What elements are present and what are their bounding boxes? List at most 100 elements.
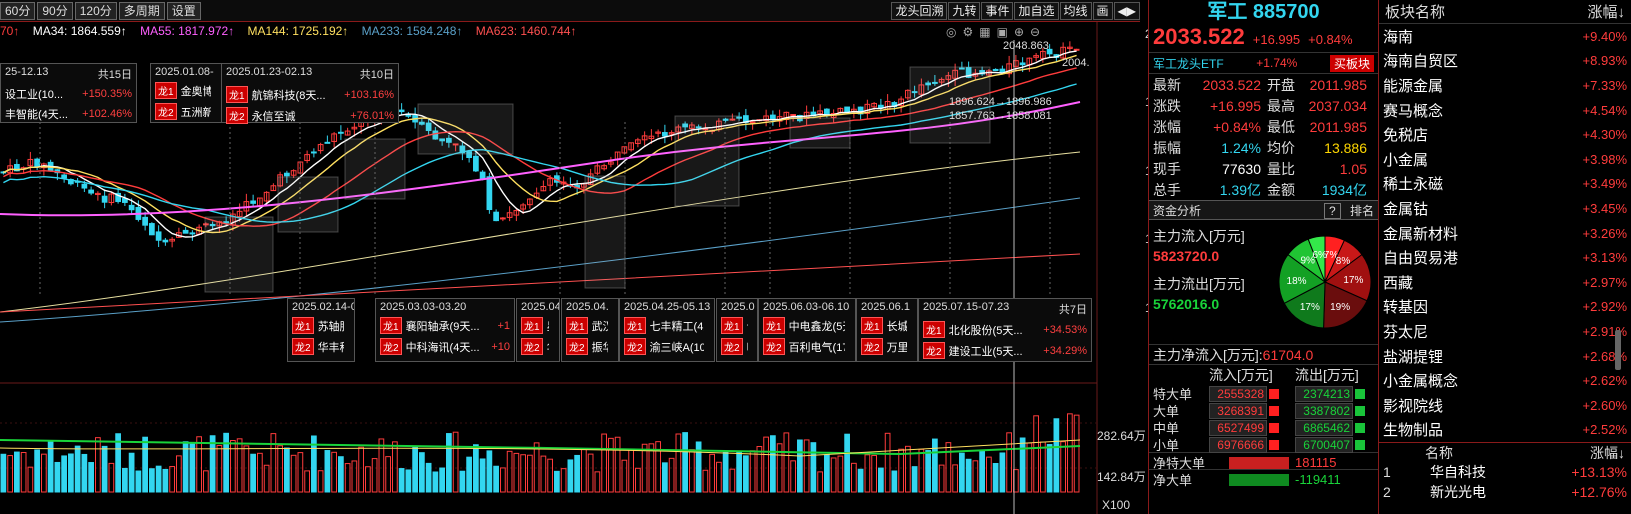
sector-item[interactable]: 自由贸易港 +3.13% bbox=[1379, 245, 1631, 270]
help-icon[interactable]: ? bbox=[1323, 202, 1341, 219]
leader-stock-name: 苏轴股份 bbox=[317, 320, 344, 333]
flow-out-value: 6700407 bbox=[1295, 436, 1353, 453]
ma55-label: MA55: 1817.972↑ bbox=[140, 24, 235, 38]
stock-name-col[interactable]: 名称 bbox=[1385, 443, 1453, 463]
stock-item[interactable]: 2 新光光电 +12.76% bbox=[1379, 482, 1631, 502]
leader-backtrack-button[interactable]: 龙头回溯 bbox=[891, 2, 948, 20]
stock-item[interactable]: 1 华自科技 +13.13% bbox=[1379, 462, 1631, 482]
candle-body bbox=[749, 121, 756, 124]
nine-turn-button[interactable]: 九转 bbox=[948, 2, 981, 20]
sector-item[interactable]: 金属钴 +3.45% bbox=[1379, 196, 1631, 221]
leader-stock-pct: +103.16% bbox=[344, 88, 394, 101]
volume-bar bbox=[61, 455, 67, 493]
sector-item[interactable]: 赛马概念 +4.54% bbox=[1379, 98, 1631, 123]
sector-list-header: 板块名称 涨幅↓ bbox=[1379, 0, 1631, 24]
volume-bar bbox=[169, 466, 175, 493]
etf-name[interactable]: 军工龙头ETF bbox=[1153, 55, 1224, 72]
leader-box[interactable]: 2025.01.08- 龙1 金奥博 龙2 五洲新 bbox=[150, 63, 222, 123]
event-button[interactable]: 事件 bbox=[981, 2, 1014, 20]
sector-item[interactable]: 稀土永磁 +3.49% bbox=[1379, 172, 1631, 197]
leader-box[interactable]: 2025.04.25-05.13 龙1七丰精工(4天龙2渝三峡A(10. bbox=[619, 298, 715, 362]
period-90min-button[interactable]: 90分 bbox=[37, 2, 73, 20]
net-inflow-value: 61704.0 bbox=[1262, 346, 1314, 363]
volume-bar bbox=[14, 451, 20, 493]
sector-item[interactable]: 转基因 +2.92% bbox=[1379, 295, 1631, 320]
multi-period-button[interactable]: 多周期 bbox=[118, 2, 165, 20]
sector-item[interactable]: 小金属概念 +2.62% bbox=[1379, 368, 1631, 393]
leader-box[interactable]: 2025.07.15-07.23 共7日 龙1 北化股份(5天... +34.53% 龙2… bbox=[918, 298, 1092, 362]
sector-item[interactable]: 金属新材料 +3.26% bbox=[1379, 221, 1631, 246]
leader-stock-name: 星 bbox=[547, 318, 549, 334]
pie-slice-label: 17% bbox=[1300, 302, 1320, 313]
etf-row[interactable]: 军工龙头ETF +1.74% 买板块 bbox=[1149, 52, 1378, 74]
zoom-out-icon[interactable]: ⊖ bbox=[1030, 25, 1046, 39]
period-120min-button[interactable]: 120分 bbox=[74, 2, 117, 20]
grid-icon[interactable]: ▦ bbox=[979, 25, 996, 39]
volume-bar bbox=[560, 468, 567, 493]
stat-value: +0.84% bbox=[1213, 118, 1261, 135]
leader-box[interactable]: 2025.02.14-02. 龙1苏轴股份龙2华丰科技( bbox=[287, 298, 355, 362]
leader-zone bbox=[204, 216, 274, 293]
candle-body bbox=[34, 158, 40, 168]
volume-bar bbox=[41, 453, 47, 493]
volume-bar bbox=[1033, 415, 1039, 493]
leader-box[interactable]: 2025.06.1 龙1 长城 龙2 万里 bbox=[856, 298, 918, 362]
draw-button[interactable]: 画 bbox=[1092, 2, 1113, 20]
volume-bar bbox=[365, 466, 371, 493]
stock-pct-col[interactable]: 涨幅↓ bbox=[1590, 443, 1625, 463]
volume-bar bbox=[1053, 418, 1060, 493]
stat-label: 总手 bbox=[1153, 181, 1181, 198]
volume-bar bbox=[473, 444, 479, 493]
candle-body bbox=[162, 239, 169, 243]
leader-stock-pct: +1 bbox=[497, 319, 510, 332]
sector-item[interactable]: 海南 +9.40% bbox=[1379, 24, 1631, 49]
settings-button[interactable]: 设置 bbox=[166, 2, 201, 20]
sector-item[interactable]: 海南自贸区 +8.93% bbox=[1379, 49, 1631, 74]
sector-name: 海南自贸区 bbox=[1383, 53, 1459, 71]
leader-box[interactable]: 25-12.13 共15日 设工业(10... +150.35% 丰智能(4天...… bbox=[0, 63, 137, 123]
net-flow-table: 净特大单 181115 净大单 -119411 bbox=[1149, 452, 1378, 488]
chart-icon[interactable]: ▣ bbox=[997, 25, 1014, 39]
leader-box[interactable]: 2025.04. 龙1武汉龙2振华 bbox=[561, 298, 619, 362]
sector-item[interactable]: 影视院线 +2.60% bbox=[1379, 393, 1631, 418]
leader-box-range: 2025.06.03-06.10 bbox=[763, 301, 850, 313]
volume-bar bbox=[1060, 441, 1066, 493]
target-icon[interactable]: ◎ bbox=[946, 25, 962, 39]
leader-box[interactable]: 2025.06.03-06.10 龙1中电鑫龙(5天龙2百利电气(17 bbox=[758, 298, 856, 362]
zoom-in-icon[interactable]: ⊕ bbox=[1014, 25, 1030, 39]
sector-item[interactable]: 生物制品 +2.52% bbox=[1379, 418, 1631, 443]
sector-name: 盐湖提锂 bbox=[1383, 348, 1444, 366]
add-watchlist-button[interactable]: 加自选 bbox=[1014, 2, 1059, 20]
sector-item[interactable]: 芬太尼 +2.91% bbox=[1379, 319, 1631, 344]
sector-name-col[interactable]: 板块名称 bbox=[1385, 1, 1445, 22]
rank-button[interactable]: 排名 bbox=[1350, 204, 1374, 218]
sector-item[interactable]: 能源金属 +7.33% bbox=[1379, 73, 1631, 98]
nav-arrows-button[interactable]: ◀▶ bbox=[1113, 2, 1140, 20]
gear-icon[interactable]: ⚙ bbox=[962, 25, 979, 39]
volume-bar bbox=[392, 441, 398, 493]
candle-body bbox=[311, 151, 317, 154]
sector-pct-col[interactable]: 涨幅↓ bbox=[1587, 1, 1625, 22]
leader-tag: 龙1 bbox=[566, 317, 588, 334]
volume-bar bbox=[351, 460, 358, 493]
scrollbar-thumb[interactable] bbox=[1615, 330, 1621, 370]
leader-stock-name: 中科海讯(4天... bbox=[405, 341, 480, 354]
leader-box[interactable]: 2025.01.23-02.13 共10日 龙1 航锦科技(8天... +103.16… bbox=[221, 63, 399, 124]
sector-item[interactable]: 小金属 +3.98% bbox=[1379, 147, 1631, 172]
sector-item[interactable]: 西藏 +2.97% bbox=[1379, 270, 1631, 295]
volume-bar bbox=[662, 462, 668, 493]
sector-item[interactable]: 盐湖提锂 +2.68% bbox=[1379, 344, 1631, 369]
volume-bar bbox=[554, 470, 560, 493]
moving-average-button[interactable]: 均线 bbox=[1059, 2, 1092, 20]
period-60min-button[interactable]: 60分 bbox=[0, 2, 36, 20]
sector-item[interactable]: 免税店 +4.30% bbox=[1379, 122, 1631, 147]
leader-box[interactable]: 2025.03.03-03.20 龙1 襄阳轴承(9天... +1 龙2 中科海讯(4天.… bbox=[375, 298, 515, 362]
volume-bar bbox=[331, 451, 337, 493]
stat-label: 现手 bbox=[1153, 160, 1181, 177]
leader-box[interactable]: 2025.0龙1合龙2吧 bbox=[716, 298, 758, 362]
leader-stock-name: 长城 bbox=[886, 320, 907, 333]
sector-pct: +8.93% bbox=[1582, 53, 1627, 69]
volume-bar bbox=[567, 459, 574, 493]
leader-box[interactable]: 2025.04 龙1星龙2华 bbox=[516, 298, 560, 362]
buy-sector-button[interactable]: 买板块 bbox=[1329, 54, 1374, 72]
